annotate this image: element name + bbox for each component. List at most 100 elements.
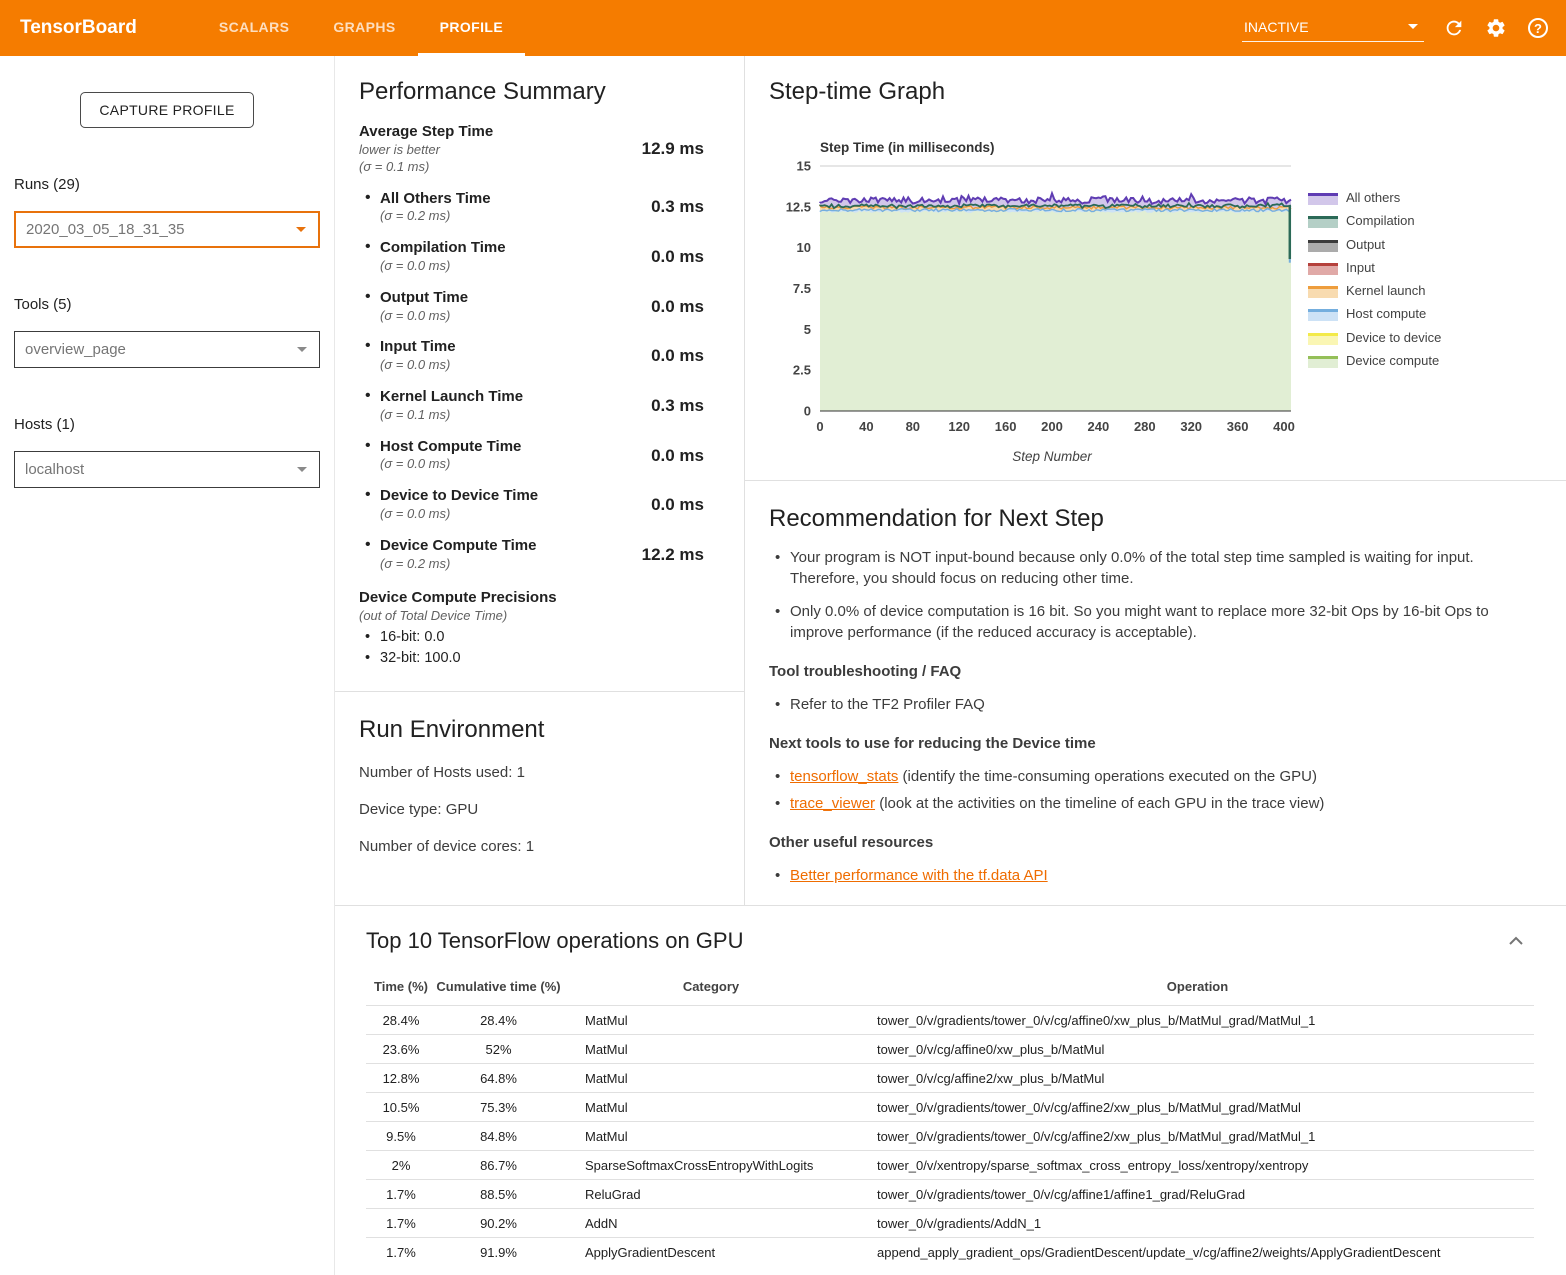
svg-text:400: 400 xyxy=(1273,419,1295,434)
selector-label: Runs (29) xyxy=(14,176,320,193)
legend-item-all-others: All others xyxy=(1308,191,1441,205)
average-step-time-row: Average Step Time lower is better (σ = 0… xyxy=(359,123,720,176)
metric-row: Device Compute Time(σ = 0.2 ms) 12.2 ms xyxy=(359,537,720,573)
step-time-graph-section: Step-time Graph Step Time (in millisecon… xyxy=(745,56,1566,481)
table-cell: 88.5% xyxy=(436,1180,561,1209)
table-cell: 90.2% xyxy=(436,1209,561,1238)
settings-gear-icon[interactable] xyxy=(1484,16,1508,40)
run-environment-title: Run Environment xyxy=(359,716,720,744)
metric-sigma: (σ = 0.0 ms) xyxy=(380,506,538,523)
table-cell: ApplyGradientDescent xyxy=(561,1238,861,1267)
link-tensorflow-stats[interactable]: tensorflow_stats xyxy=(790,768,898,785)
selector-group: Tools (5) overview_page xyxy=(14,296,320,368)
legend-band xyxy=(1308,359,1338,368)
metric-value: 0.0 ms xyxy=(651,346,720,366)
table-cell: 91.9% xyxy=(436,1238,561,1267)
selector-value: 2020_03_05_18_31_35 xyxy=(26,221,185,238)
legend-swatch xyxy=(1308,193,1338,205)
selector-dropdown-1[interactable]: overview_page xyxy=(14,331,320,368)
metric-row: Input Time(σ = 0.0 ms)0.0 ms xyxy=(359,338,720,374)
legend-swatch xyxy=(1308,240,1338,252)
svg-text:12.5: 12.5 xyxy=(786,199,811,214)
metric-label: Device Compute Time xyxy=(380,537,536,556)
faq-item: Refer to the TF2 Profiler FAQ xyxy=(769,694,1539,715)
svg-text:200: 200 xyxy=(1041,419,1063,434)
table-cell: tower_0/v/gradients/tower_0/v/cg/affine0… xyxy=(861,1006,1534,1035)
metric-label-block: Device to Device Time(σ = 0.0 ms) xyxy=(359,487,538,523)
svg-text:15: 15 xyxy=(797,159,811,174)
legend-label: All others xyxy=(1346,191,1400,205)
divider xyxy=(335,691,744,692)
metric-row: Kernel Launch Time(σ = 0.1 ms)0.3 ms xyxy=(359,388,720,424)
tab-profile[interactable]: PROFILE xyxy=(418,0,525,56)
selector-label: Tools (5) xyxy=(14,296,320,313)
metric-value: 0.0 ms xyxy=(651,247,720,267)
other-resources-heading: Other useful resources xyxy=(769,834,1542,851)
refresh-icon[interactable] xyxy=(1442,16,1466,40)
right-column: Step-time Graph Step Time (in millisecon… xyxy=(745,56,1566,905)
sidebar: CAPTURE PROFILE Runs (29) 2020_03_05_18_3… xyxy=(0,56,335,1275)
collapse-chevron-icon[interactable] xyxy=(1508,936,1524,945)
selector-dropdown-0[interactable]: 2020_03_05_18_31_35 xyxy=(14,211,320,248)
table-cell: tower_0/v/gradients/tower_0/v/cg/affine1… xyxy=(861,1180,1534,1209)
performance-summary-title: Performance Summary xyxy=(359,78,720,106)
link-better-performance-with-the-tf-data-api[interactable]: Better performance with the tf.data API xyxy=(790,867,1048,884)
table-cell: 1.7% xyxy=(366,1209,436,1238)
metric-value: 0.0 ms xyxy=(651,495,720,515)
metric-label-block: Device Compute Time(σ = 0.2 ms) xyxy=(359,537,536,573)
metric-label: Output Time xyxy=(380,289,468,308)
legend-label: Input xyxy=(1346,261,1375,275)
column-header: Cumulative time (%) xyxy=(436,972,561,1006)
selector-value: localhost xyxy=(25,461,84,478)
legend-band xyxy=(1308,312,1338,321)
run-environment-line: Number of device cores: 1 xyxy=(359,838,720,855)
svg-text:120: 120 xyxy=(948,419,970,434)
faq-heading: Tool troubleshooting / FAQ xyxy=(769,663,1542,680)
metric-value: 12.2 ms xyxy=(642,545,720,565)
status-dropdown[interactable]: INACTIVE xyxy=(1242,15,1424,42)
table-cell: 2% xyxy=(366,1151,436,1180)
selector-dropdown-2[interactable]: localhost xyxy=(14,451,320,488)
table-cell: MatMul xyxy=(561,1035,861,1064)
table-row: 10.5%75.3%MatMultower_0/v/gradients/towe… xyxy=(366,1093,1534,1122)
tab-scalars[interactable]: SCALARS xyxy=(197,0,311,56)
legend-item-input: Input xyxy=(1308,261,1441,275)
legend-item-kernel-launch: Kernel launch xyxy=(1308,284,1441,298)
help-icon[interactable]: ? xyxy=(1526,16,1550,40)
metric-label: Kernel Launch Time xyxy=(380,388,523,407)
metric-label: Input Time xyxy=(380,338,456,357)
metric-label: Device to Device Time xyxy=(380,487,538,506)
device-compute-precisions: Device Compute Precisions (out of Total … xyxy=(359,589,720,669)
next-tool-item: tensorflow_stats (identify the time-cons… xyxy=(769,766,1539,787)
table-cell: MatMul xyxy=(561,1064,861,1093)
table-row: 23.6%52%MatMultower_0/v/cg/affine0/xw_pl… xyxy=(366,1035,1534,1064)
capture-profile-button[interactable]: CAPTURE PROFILE xyxy=(80,92,253,128)
legend-item-device-compute: Device compute xyxy=(1308,354,1441,368)
table-row: 1.7%91.9%ApplyGradientDescentappend_appl… xyxy=(366,1238,1534,1267)
metric-value: 0.0 ms xyxy=(651,446,720,466)
precision-item: 32-bit: 100.0 xyxy=(359,648,720,669)
link-trace-viewer[interactable]: trace_viewer xyxy=(790,795,875,812)
chart-legend: All othersCompilationOutputInputKernel l… xyxy=(1308,191,1441,368)
legend-swatch xyxy=(1308,333,1338,345)
chevron-down-icon xyxy=(1408,24,1418,29)
precisions-title: Device Compute Precisions xyxy=(359,589,720,606)
selector-group: Runs (29) 2020_03_05_18_31_35 xyxy=(14,176,320,248)
table-cell: 64.8% xyxy=(436,1064,561,1093)
legend-band xyxy=(1308,196,1338,205)
svg-text:Step Time (in milliseconds): Step Time (in milliseconds) xyxy=(820,140,995,155)
top10-title: Top 10 TensorFlow operations on GPU xyxy=(366,928,743,954)
tab-graphs[interactable]: GRAPHS xyxy=(311,0,417,56)
recommendation-section: Recommendation for Next Step Your progra… xyxy=(745,481,1566,886)
metric-label-block: All Others Time(σ = 0.2 ms) xyxy=(359,190,491,226)
selector-value: overview_page xyxy=(25,341,126,358)
table-cell: 1.7% xyxy=(366,1180,436,1209)
svg-text:280: 280 xyxy=(1134,419,1156,434)
legend-band xyxy=(1308,219,1338,228)
top10-operations-section: Top 10 TensorFlow operations on GPU Time… xyxy=(335,905,1566,1267)
table-cell: MatMul xyxy=(561,1093,861,1122)
metric-sigma: (σ = 0.1 ms) xyxy=(380,407,523,424)
legend-band xyxy=(1308,243,1338,252)
recommendation-title: Recommendation for Next Step xyxy=(769,505,1542,533)
legend-item-output: Output xyxy=(1308,238,1441,252)
